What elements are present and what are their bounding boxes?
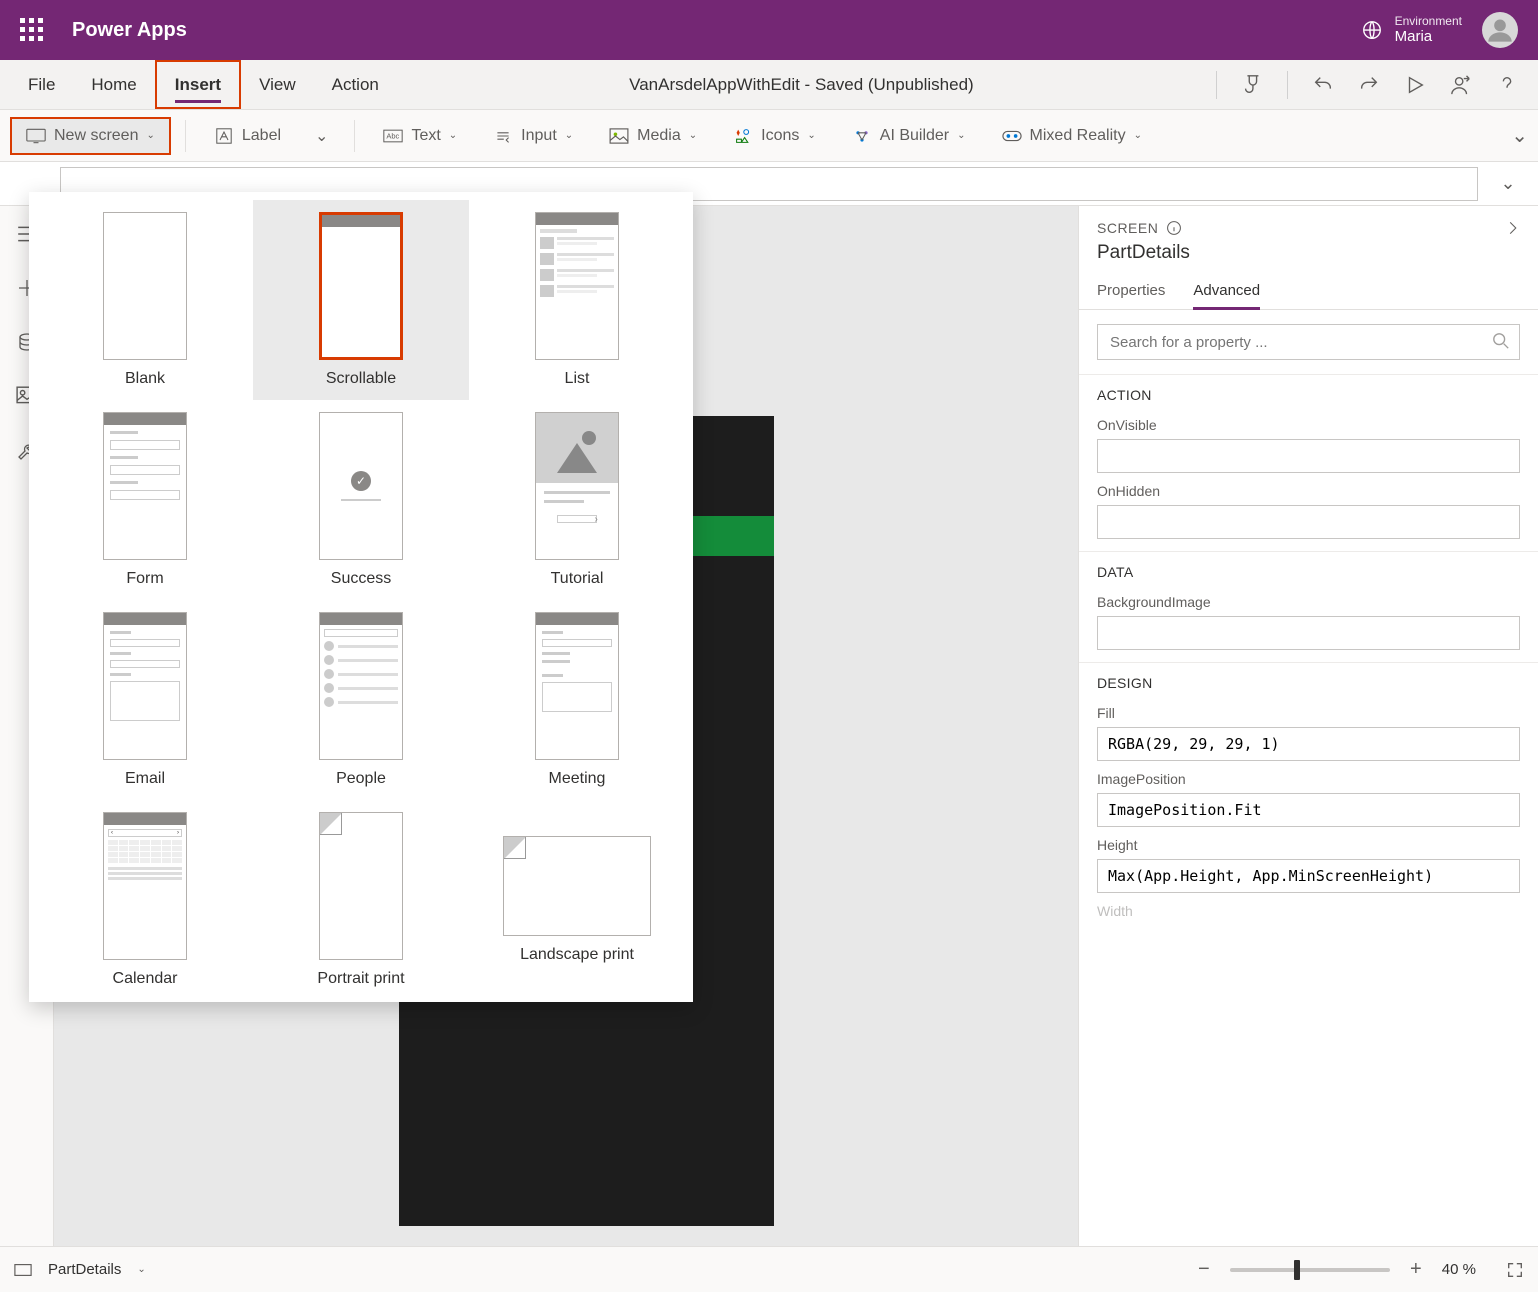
status-bar: PartDetails ⌄ − + 40 % — [0, 1246, 1538, 1292]
media-icon — [609, 128, 629, 144]
play-icon[interactable] — [1404, 74, 1426, 96]
info-icon[interactable] — [1166, 220, 1182, 236]
height-input[interactable] — [1097, 859, 1520, 893]
help-icon[interactable] — [1496, 74, 1518, 96]
property-search — [1097, 324, 1520, 360]
input-icon — [493, 128, 513, 144]
formula-expand-icon[interactable]: ⌄ — [1488, 167, 1528, 201]
expand-toolbar-icon[interactable]: ⌄ — [1511, 123, 1528, 148]
onvisible-input[interactable] — [1097, 439, 1520, 473]
field-label: Height — [1097, 837, 1520, 853]
label-button[interactable]: Label — [200, 119, 295, 153]
redo-icon[interactable] — [1358, 74, 1380, 96]
chevron-down-icon: ⌄ — [689, 130, 697, 141]
section-design: DESIGN Fill ImagePosition Height Width — [1079, 662, 1538, 937]
gallery-item-blank[interactable]: Blank — [37, 200, 253, 400]
text-icon: Abc — [383, 128, 403, 144]
field-label: OnHidden — [1097, 483, 1520, 499]
chevron-down-icon: ⌄ — [807, 130, 815, 141]
waffle-icon[interactable] — [20, 18, 44, 42]
field-label: BackgroundImage — [1097, 594, 1520, 610]
gallery-item-list[interactable]: List — [469, 200, 685, 400]
app-checker-icon[interactable] — [1241, 74, 1263, 96]
gallery-item-calendar[interactable]: ‹› Calendar — [37, 800, 253, 1000]
section-data: DATA BackgroundImage — [1079, 551, 1538, 662]
tab-properties[interactable]: Properties — [1097, 274, 1165, 309]
imageposition-input[interactable] — [1097, 793, 1520, 827]
avatar[interactable] — [1482, 12, 1518, 48]
app-header: Power Apps Environment Maria — [0, 0, 1538, 60]
menu-bar: File Home Insert View Action VanArsdelAp… — [0, 60, 1538, 110]
fill-input[interactable] — [1097, 727, 1520, 761]
tab-insert[interactable]: Insert — [155, 60, 241, 109]
zoom-out-button[interactable]: − — [1194, 1258, 1214, 1281]
ai-builder-button[interactable]: AI Builder ⌄ — [838, 119, 980, 153]
chevron-down-icon[interactable]: ⌄ — [303, 126, 340, 146]
panel-category: SCREEN — [1097, 220, 1158, 236]
field-label: OnVisible — [1097, 417, 1520, 433]
chevron-down-icon[interactable]: ⌄ — [137, 1264, 145, 1275]
chevron-down-icon: ⌄ — [146, 130, 154, 141]
gallery-item-landscape-print[interactable]: Landscape print — [469, 800, 685, 1000]
icons-button[interactable]: Icons ⌄ — [719, 119, 830, 153]
undo-icon[interactable] — [1312, 74, 1334, 96]
chevron-down-icon: ⌄ — [565, 130, 573, 141]
gallery-item-tutorial[interactable]: › Tutorial — [469, 400, 685, 600]
mixed-reality-button[interactable]: Mixed Reality ⌄ — [988, 119, 1156, 153]
new-screen-gallery: Blank Scrollable List Form ✓ — [29, 192, 693, 1002]
properties-panel: SCREEN PartDetails Properties Advanced A… — [1078, 206, 1538, 1246]
input-button[interactable]: Input ⌄ — [479, 119, 587, 153]
document-title: VanArsdelAppWithEdit - Saved (Unpublishe… — [397, 75, 1206, 95]
property-search-input[interactable] — [1097, 324, 1520, 360]
mr-icon — [1002, 128, 1022, 144]
gallery-item-portrait-print[interactable]: Portrait print — [253, 800, 469, 1000]
zoom-value: 40 % — [1442, 1261, 1476, 1278]
svg-text:Abc: Abc — [387, 131, 400, 140]
field-label: Width — [1097, 903, 1520, 919]
field-label: ImagePosition — [1097, 771, 1520, 787]
footer-screen-name[interactable]: PartDetails — [48, 1261, 121, 1278]
environment-name: Maria — [1395, 28, 1462, 46]
search-icon — [1492, 332, 1510, 350]
tab-home[interactable]: Home — [73, 60, 154, 109]
new-screen-button[interactable]: New screen ⌄ — [10, 117, 171, 155]
panel-title: PartDetails — [1079, 242, 1538, 274]
gallery-item-success[interactable]: ✓ Success — [253, 400, 469, 600]
tab-file[interactable]: File — [10, 60, 73, 109]
chevron-down-icon: ⌄ — [1134, 130, 1142, 141]
environment-picker[interactable]: Environment Maria — [1361, 14, 1462, 46]
globe-icon — [1361, 19, 1383, 41]
text-button[interactable]: Abc Text ⌄ — [369, 119, 471, 153]
media-button[interactable]: Media ⌄ — [595, 119, 711, 153]
gallery-item-form[interactable]: Form — [37, 400, 253, 600]
chevron-down-icon: ⌄ — [449, 130, 457, 141]
gallery-item-meeting[interactable]: Meeting — [469, 600, 685, 800]
section-action: ACTION OnVisible OnHidden — [1079, 374, 1538, 551]
backgroundimage-input[interactable] — [1097, 616, 1520, 650]
tab-action[interactable]: Action — [314, 60, 397, 109]
fit-screen-icon[interactable] — [1506, 1261, 1524, 1279]
gallery-item-email[interactable]: Email — [37, 600, 253, 800]
chevron-right-icon[interactable] — [1506, 221, 1520, 235]
chevron-down-icon: ⌄ — [957, 130, 965, 141]
app-title: Power Apps — [72, 19, 1361, 42]
insert-toolbar: New screen ⌄ Label ⌄ Abc Text ⌄ Input ⌄ … — [0, 110, 1538, 162]
icons-icon — [733, 128, 753, 144]
share-icon[interactable] — [1450, 74, 1472, 96]
person-icon — [1486, 16, 1514, 44]
gallery-item-scrollable[interactable]: Scrollable — [253, 200, 469, 400]
tab-view[interactable]: View — [241, 60, 314, 109]
screen-icon — [26, 128, 46, 144]
screen-footer-icon — [14, 1263, 32, 1277]
environment-label: Environment — [1395, 14, 1462, 28]
field-label: Fill — [1097, 705, 1520, 721]
zoom-in-button[interactable]: + — [1406, 1258, 1426, 1281]
tab-advanced[interactable]: Advanced — [1193, 274, 1260, 309]
gallery-item-people[interactable]: People — [253, 600, 469, 800]
onhidden-input[interactable] — [1097, 505, 1520, 539]
label-icon — [214, 128, 234, 144]
zoom-slider[interactable] — [1230, 1268, 1390, 1272]
ai-icon — [852, 128, 872, 144]
